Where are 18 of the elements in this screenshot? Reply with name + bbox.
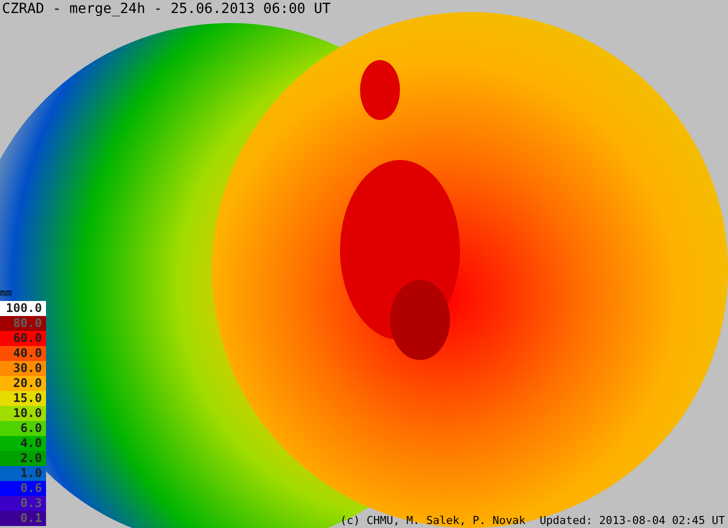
updated-text: Updated: 2013-08-04 02:45 UT [540,514,725,528]
legend-swatch: 80.0 [0,316,46,331]
legend-swatch: 0.1 [0,511,46,526]
legend-swatch: 100.0 [0,301,46,316]
legend-swatch: 6.0 [0,421,46,436]
legend-swatch: 60.0 [0,331,46,346]
legend-swatch: 10.0 [0,406,46,421]
legend-swatch: 40.0 [0,346,46,361]
legend-swatch: 2.0 [0,451,46,466]
legend-swatch: 15.0 [0,391,46,406]
legend-swatch: 20.0 [0,376,46,391]
map-title: CZRAD - merge_24h - 25.06.2013 06:00 UT [2,0,331,18]
legend-swatch: 30.0 [0,361,46,376]
legend-swatch: 4.0 [0,436,46,451]
legend-swatch: 0.6 [0,481,46,496]
legend-swatch: 0.3 [0,496,46,511]
legend-unit: mm [0,288,12,300]
legend-swatch: 1.0 [0,466,46,481]
